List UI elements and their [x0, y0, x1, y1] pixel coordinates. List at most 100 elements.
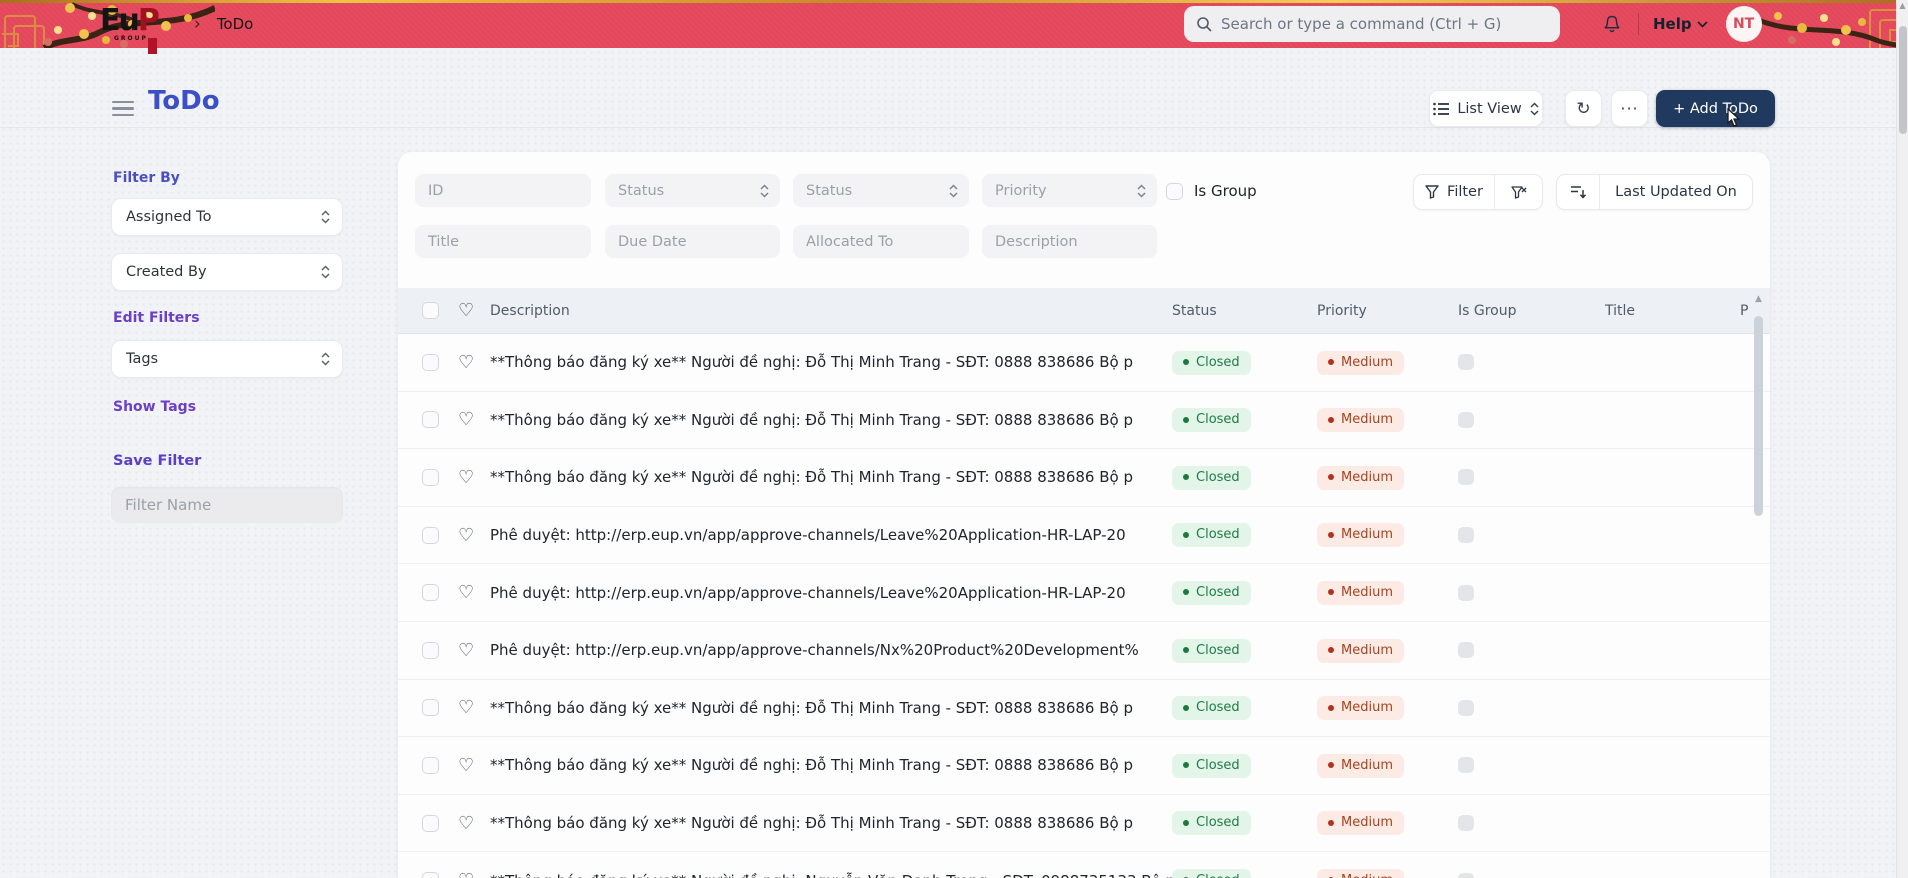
table-row[interactable]: ♡ **Thông báo đăng ký xe** Người đề nghị…: [398, 737, 1770, 795]
like-heart-icon[interactable]: ♡: [458, 870, 474, 878]
notifications-button[interactable]: [1592, 14, 1632, 34]
status-badge: Closed: [1172, 753, 1251, 778]
row-description[interactable]: **Thông báo đăng ký xe** Người đề nghị: …: [490, 468, 1172, 486]
filter-description-input[interactable]: [982, 225, 1157, 258]
sort-direction-button[interactable]: [1557, 175, 1599, 209]
is-group-row-checkbox: [1458, 469, 1474, 486]
filter-due-date-input[interactable]: [605, 225, 780, 258]
page-scroll-up-arrow[interactable]: ▲: [1897, 0, 1908, 12]
table-row[interactable]: ♡ **Thông báo đăng ký xe** Người đề nghị…: [398, 449, 1770, 507]
is-group-checkbox[interactable]: [1166, 182, 1183, 200]
row-checkbox[interactable]: [422, 526, 439, 544]
filter-name-input[interactable]: [111, 487, 343, 523]
row-checkbox[interactable]: [422, 814, 439, 832]
list-scrollbar-thumb[interactable]: [1754, 316, 1763, 516]
help-menu[interactable]: Help: [1645, 15, 1716, 33]
row-description[interactable]: **Thông báo đăng ký xe** Người đề nghị: …: [490, 814, 1172, 832]
row-description[interactable]: Phê duyệt: http://erp.eup.vn/app/approve…: [490, 584, 1172, 602]
like-heart-icon[interactable]: ♡: [458, 813, 474, 834]
is-group-row-checkbox: [1458, 354, 1474, 371]
row-description[interactable]: **Thông báo đăng ký xe** Người đề nghị: …: [490, 756, 1172, 774]
priority-dot-icon: [1328, 531, 1334, 538]
row-description[interactable]: Phê duyệt: http://erp.eup.vn/app/approve…: [490, 641, 1172, 659]
user-avatar[interactable]: NT: [1725, 6, 1762, 42]
table-row[interactable]: ♡ **Thông báo đăng ký xe** Người đề nghị…: [398, 679, 1770, 738]
status-badge-label: Closed: [1196, 700, 1240, 716]
eup-logo[interactable]: Eu P GROUP: [100, 3, 160, 54]
table-row[interactable]: ♡ **Thông báo đăng ký xe** Người đề nghị…: [398, 852, 1770, 878]
priority-dot-icon: [1328, 762, 1334, 769]
help-label: Help: [1653, 15, 1692, 33]
chevron-down-icon: [1697, 20, 1708, 28]
like-heart-icon[interactable]: ♡: [458, 697, 474, 718]
table-row[interactable]: ♡ **Thông báo đăng ký xe** Người đề nghị…: [398, 334, 1770, 392]
logo-p-text: P: [137, 3, 160, 38]
clear-filter-button[interactable]: [1494, 175, 1542, 209]
show-tags-link[interactable]: Show Tags: [113, 399, 343, 415]
row-description[interactable]: **Thông báo đăng ký xe** Người đề nghị: …: [490, 872, 1172, 878]
row-checkbox[interactable]: [422, 699, 439, 717]
global-search-input[interactable]: Search or type a command (Ctrl + G): [1184, 6, 1560, 42]
avatar-initials: NT: [1732, 16, 1755, 32]
row-description[interactable]: **Thông báo đăng ký xe** Người đề nghị: …: [490, 699, 1172, 717]
column-header-is-group[interactable]: Is Group: [1458, 303, 1605, 319]
status-dot-icon: [1183, 474, 1189, 481]
row-description[interactable]: Phê duyệt: http://erp.eup.vn/app/approve…: [490, 526, 1172, 544]
status-badge-label: Closed: [1196, 354, 1240, 370]
like-heart-icon[interactable]: ♡: [458, 755, 474, 776]
created-by-select[interactable]: Created By: [111, 253, 343, 291]
select-all-checkbox[interactable]: [422, 302, 439, 319]
filter-priority-select[interactable]: Priority: [982, 174, 1157, 207]
liked-by-heart-icon[interactable]: ♡: [458, 300, 474, 321]
list-scrollbar[interactable]: ▲: [1752, 292, 1765, 878]
table-row[interactable]: ♡ **Thông báo đăng ký xe** Người đề nghị…: [398, 794, 1770, 853]
table-row[interactable]: ♡ Phê duyệt: http://erp.eup.vn/app/appro…: [398, 564, 1770, 622]
created-by-select-label: Created By: [126, 264, 207, 280]
filter-title-input[interactable]: [415, 225, 591, 258]
filter-button[interactable]: Filter: [1414, 175, 1494, 209]
is-group-row-checkbox: [1458, 872, 1474, 878]
like-heart-icon[interactable]: ♡: [458, 467, 474, 488]
row-checkbox[interactable]: [422, 353, 439, 371]
table-row[interactable]: ♡ **Thông báo đăng ký xe** Người đề nghị…: [398, 391, 1770, 450]
row-checkbox[interactable]: [422, 756, 439, 774]
column-header-priority[interactable]: Priority: [1317, 303, 1458, 319]
sort-field-button[interactable]: Last Updated On: [1599, 175, 1752, 209]
priority-dot-icon: [1328, 474, 1334, 481]
like-heart-icon[interactable]: ♡: [458, 525, 474, 546]
scroll-up-arrow-icon[interactable]: ▲: [1752, 292, 1765, 306]
filter-status-select-1[interactable]: Status: [605, 174, 780, 207]
table-row[interactable]: ♡ Phê duyệt: http://erp.eup.vn/app/appro…: [398, 621, 1770, 680]
status-dot-icon: [1183, 589, 1189, 596]
filter-id-input[interactable]: [415, 174, 591, 207]
edit-filters-link[interactable]: Edit Filters: [113, 310, 343, 326]
status-dot-icon: [1183, 416, 1189, 423]
column-header-title[interactable]: Title: [1605, 303, 1740, 319]
column-header-status[interactable]: Status: [1172, 303, 1317, 319]
table-row[interactable]: ♡ Phê duyệt: http://erp.eup.vn/app/appro…: [398, 506, 1770, 565]
row-checkbox[interactable]: [422, 411, 439, 429]
filter-allocated-to-input[interactable]: [793, 225, 969, 258]
page-scrollbar-thumb[interactable]: [1899, 26, 1907, 134]
table-header-row: ♡ Description Status Priority Is Group T…: [398, 288, 1770, 334]
row-checkbox[interactable]: [422, 872, 439, 878]
status-badge-label: Closed: [1196, 412, 1240, 428]
row-checkbox[interactable]: [422, 641, 439, 659]
page-scrollbar[interactable]: ▲: [1896, 0, 1908, 878]
like-heart-icon[interactable]: ♡: [458, 640, 474, 661]
breadcrumb-todo-link[interactable]: ToDo: [217, 15, 254, 33]
row-description[interactable]: **Thông báo đăng ký xe** Người đề nghị: …: [490, 411, 1172, 429]
like-heart-icon[interactable]: ♡: [458, 352, 474, 373]
status-badge: Closed: [1172, 696, 1251, 721]
row-checkbox[interactable]: [422, 584, 439, 602]
row-checkbox[interactable]: [422, 468, 439, 486]
updown-chevron-icon: [321, 265, 330, 279]
column-header-description[interactable]: Description: [490, 303, 1172, 319]
like-heart-icon[interactable]: ♡: [458, 409, 474, 430]
tags-select[interactable]: Tags: [111, 340, 343, 378]
sort-descending-icon: [1570, 186, 1586, 199]
assigned-to-select[interactable]: Assigned To: [111, 198, 343, 236]
filter-status-select-2[interactable]: Status: [793, 174, 969, 207]
row-description[interactable]: **Thông báo đăng ký xe** Người đề nghị: …: [490, 353, 1172, 371]
like-heart-icon[interactable]: ♡: [458, 582, 474, 603]
